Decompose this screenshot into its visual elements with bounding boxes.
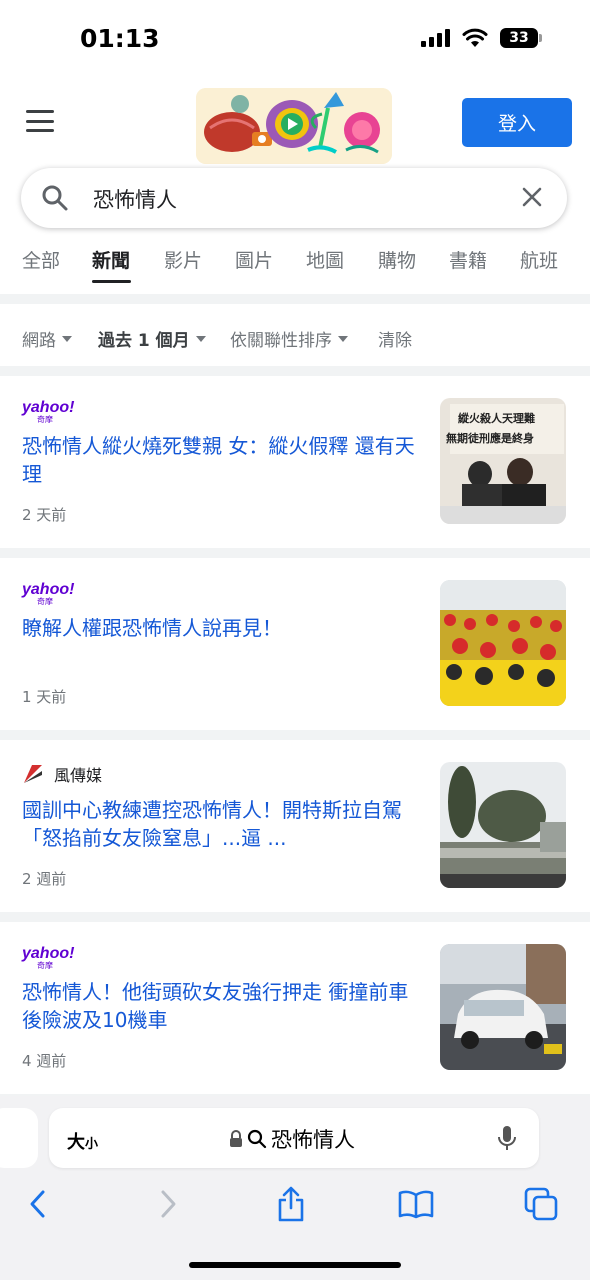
wifi-icon [462,28,488,47]
source-logo: yahoo! [22,580,75,598]
thumbnail-caption: 無期徒刑應是終身 [446,431,534,445]
search-icon[interactable] [41,184,69,212]
result-age: 4 週前 [22,1052,67,1070]
browser-bottom-bar: 大小 恐怖情人 [0,1096,590,1280]
browser-toolbar [0,1182,590,1226]
result-title[interactable]: 恐怖情人！他街頭砍女友強行押走 衝撞前車後險波及10機車 [22,978,418,1034]
text-size-small: 小 [85,1137,99,1152]
tab-images[interactable]: 圖片 [235,246,273,273]
cellular-signal-icon [421,29,450,47]
address-text: 恐怖情人 [271,1128,355,1152]
divider [0,294,590,304]
result-age: 2 天前 [22,506,67,524]
home-indicator [189,1262,401,1268]
search-icon [247,1129,267,1149]
news-result[interactable]: yahoo! 奇摩 瞭解人權跟恐怖情人說再見！ 1 天前 [0,558,590,730]
source-logo-sub: 奇摩 [37,960,53,970]
search-tabs: 全部 新聞 影片 圖片 地圖 購物 書籍 航班 [0,246,590,294]
source-name: 風傳媒 [54,766,103,785]
result-age: 1 天前 [22,688,67,706]
filter-sort[interactable]: 依關聯性排序 [230,326,348,351]
text-size-label: 大 [67,1132,85,1153]
back-icon[interactable] [16,1182,60,1226]
tab-all[interactable]: 全部 [22,246,60,273]
status-time: 01:13 [80,24,160,53]
search-tools: 網路 過去 1 個月 依關聯性排序 清除 [0,304,590,366]
google-header: 登入 [0,84,590,168]
result-source: 風傳媒 [22,762,102,786]
divider [0,730,590,740]
tab-shopping[interactable]: 購物 [378,246,416,273]
news-result[interactable]: 風傳媒 國訓中心教練遭控恐怖情人！開特斯拉自駕「怒掐前女友險窒息」...逼 ..… [0,740,590,912]
filter-clear[interactable]: 清除 [378,326,412,351]
bookmarks-icon[interactable] [394,1182,438,1226]
status-bar: 01:13 33 [0,0,590,80]
divider [0,912,590,922]
search-query[interactable]: 恐怖情人 [93,184,177,214]
source-logo: yahoo! [22,398,75,416]
tabs-icon[interactable] [519,1182,563,1226]
signin-button[interactable]: 登入 [462,98,572,147]
previous-tab-preview[interactable] [0,1108,38,1168]
filter-language[interactable]: 網路 [22,326,72,351]
filter-language-label: 網路 [22,331,56,351]
chevron-down-icon [338,335,348,342]
result-source: yahoo! 奇摩 [22,580,75,606]
microphone-icon[interactable] [497,1124,517,1152]
filter-time[interactable]: 過去 1 個月 [98,326,206,351]
result-title[interactable]: 國訓中心教練遭控恐怖情人！開特斯拉自駕「怒掐前女友險窒息」...逼 ... [22,796,418,852]
thumbnail-caption: 縱火殺人天理難 [458,411,535,425]
tab-maps[interactable]: 地圖 [306,246,344,273]
divider [0,366,590,376]
tab-flights[interactable]: 航班 [520,246,558,273]
filter-sort-label: 依關聯性排序 [230,331,332,351]
divider [0,548,590,558]
active-tab-indicator [92,280,131,283]
tab-books[interactable]: 書籍 [449,246,487,273]
lock-icon [230,1130,242,1147]
result-source: yahoo! 奇摩 [22,944,75,970]
search-box[interactable]: 恐怖情人 [21,168,567,228]
address-field[interactable]: 恐怖情人 [229,1124,355,1154]
source-logo: yahoo! [22,944,75,962]
close-icon[interactable] [519,184,545,210]
storm-media-logo-icon [24,765,42,783]
result-age: 2 週前 [22,870,67,888]
battery-icon: 33 [500,28,542,48]
share-icon[interactable] [269,1182,313,1226]
menu-icon[interactable] [26,110,54,132]
google-doodle-logo[interactable] [196,88,392,164]
source-logo-sub: 奇摩 [37,414,53,424]
result-thumbnail[interactable]: 縱火殺人天理難 無期徒刑應是終身 [440,398,566,524]
news-result[interactable]: yahoo! 奇摩 恐怖情人！他街頭砍女友強行押走 衝撞前車後險波及10機車 4 … [0,922,590,1094]
status-icons: 33 [421,28,542,48]
result-thumbnail[interactable] [440,762,566,888]
text-size-button[interactable]: 大小 [67,1128,98,1154]
tab-news[interactable]: 新聞 [92,246,130,273]
source-logo-sub: 奇摩 [37,596,53,606]
result-title[interactable]: 恐怖情人縱火燒死雙親 女：縱火假釋 還有天理 [22,432,418,488]
chevron-down-icon [195,335,206,342]
filter-time-label: 過去 1 個月 [98,331,190,351]
tab-videos[interactable]: 影片 [164,246,202,273]
news-result[interactable]: yahoo! 奇摩 恐怖情人縱火燒死雙親 女：縱火假釋 還有天理 2 天前 縱火殺… [0,376,590,548]
forward-icon[interactable] [146,1182,190,1226]
result-title[interactable]: 瞭解人權跟恐怖情人說再見！ [22,614,418,642]
chevron-down-icon [62,335,72,342]
result-thumbnail[interactable] [440,944,566,1070]
address-bar[interactable]: 大小 恐怖情人 [49,1108,539,1168]
result-source: yahoo! 奇摩 [22,398,75,424]
result-thumbnail[interactable] [440,580,566,706]
